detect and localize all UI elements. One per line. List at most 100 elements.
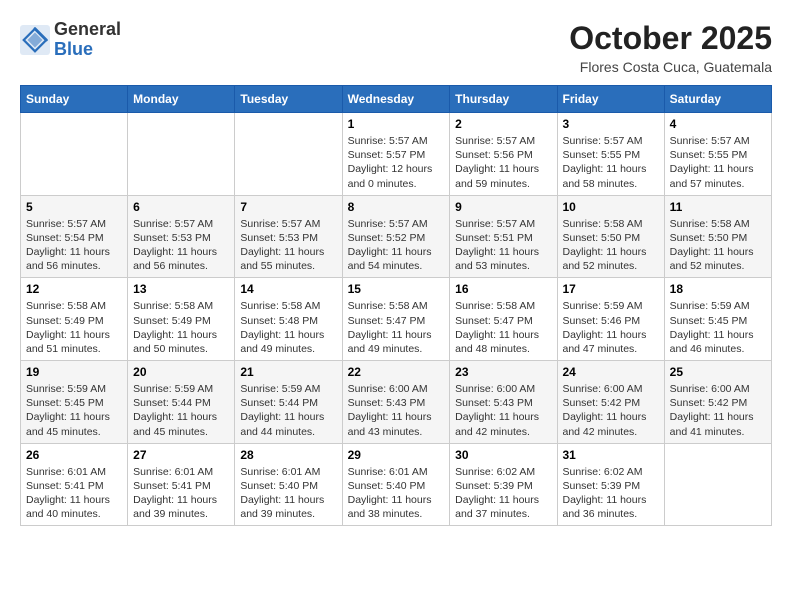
day-number: 3 — [563, 117, 659, 131]
day-number: 16 — [455, 282, 551, 296]
calendar-cell: 24 Sunrise: 6:00 AM Sunset: 5:42 PM Dayli… — [557, 361, 664, 444]
day-info: Sunrise: 6:02 AM Sunset: 5:39 PM Dayligh… — [563, 465, 659, 522]
calendar-cell: 2 Sunrise: 5:57 AM Sunset: 5:56 PM Daylig… — [450, 113, 557, 196]
calendar-cell: 15 Sunrise: 5:58 AM Sunset: 5:47 PM Dayli… — [342, 278, 450, 361]
calendar-cell: 27 Sunrise: 6:01 AM Sunset: 5:41 PM Dayli… — [128, 443, 235, 526]
day-number: 10 — [563, 200, 659, 214]
day-number: 27 — [133, 448, 229, 462]
calendar-cell: 8 Sunrise: 5:57 AM Sunset: 5:52 PM Daylig… — [342, 195, 450, 278]
day-info: Sunrise: 5:59 AM Sunset: 5:45 PM Dayligh… — [670, 299, 766, 356]
day-info: Sunrise: 6:00 AM Sunset: 5:43 PM Dayligh… — [348, 382, 445, 439]
calendar-week-row: 1 Sunrise: 5:57 AM Sunset: 5:57 PM Daylig… — [21, 113, 772, 196]
day-number: 5 — [26, 200, 122, 214]
day-number: 24 — [563, 365, 659, 379]
day-number: 4 — [670, 117, 766, 131]
day-number: 15 — [348, 282, 445, 296]
day-number: 26 — [26, 448, 122, 462]
day-info: Sunrise: 5:57 AM Sunset: 5:55 PM Dayligh… — [563, 134, 659, 191]
weekday-header-friday: Friday — [557, 86, 664, 113]
calendar-cell: 20 Sunrise: 5:59 AM Sunset: 5:44 PM Dayli… — [128, 361, 235, 444]
day-info: Sunrise: 5:58 AM Sunset: 5:48 PM Dayligh… — [240, 299, 336, 356]
day-number: 20 — [133, 365, 229, 379]
day-number: 22 — [348, 365, 445, 379]
day-info: Sunrise: 6:01 AM Sunset: 5:41 PM Dayligh… — [26, 465, 122, 522]
day-number: 17 — [563, 282, 659, 296]
calendar-cell: 28 Sunrise: 6:01 AM Sunset: 5:40 PM Dayli… — [235, 443, 342, 526]
calendar-cell: 14 Sunrise: 5:58 AM Sunset: 5:48 PM Dayli… — [235, 278, 342, 361]
day-info: Sunrise: 6:01 AM Sunset: 5:41 PM Dayligh… — [133, 465, 229, 522]
day-info: Sunrise: 6:00 AM Sunset: 5:43 PM Dayligh… — [455, 382, 551, 439]
calendar-cell — [128, 113, 235, 196]
day-number: 28 — [240, 448, 336, 462]
day-number: 2 — [455, 117, 551, 131]
calendar-week-row: 5 Sunrise: 5:57 AM Sunset: 5:54 PM Daylig… — [21, 195, 772, 278]
calendar-week-row: 12 Sunrise: 5:58 AM Sunset: 5:49 PM Dayli… — [21, 278, 772, 361]
day-number: 6 — [133, 200, 229, 214]
day-number: 14 — [240, 282, 336, 296]
calendar-table: SundayMondayTuesdayWednesdayThursdayFrid… — [20, 85, 772, 526]
day-info: Sunrise: 5:57 AM Sunset: 5:53 PM Dayligh… — [133, 217, 229, 274]
day-info: Sunrise: 5:57 AM Sunset: 5:52 PM Dayligh… — [348, 217, 445, 274]
day-info: Sunrise: 5:59 AM Sunset: 5:44 PM Dayligh… — [133, 382, 229, 439]
calendar-cell: 23 Sunrise: 6:00 AM Sunset: 5:43 PM Dayli… — [450, 361, 557, 444]
calendar-cell: 10Sunrise: 5:58 AM Sunset: 5:50 PM Dayli… — [557, 195, 664, 278]
day-number: 12 — [26, 282, 122, 296]
day-info: Sunrise: 5:59 AM Sunset: 5:46 PM Dayligh… — [563, 299, 659, 356]
logo: General Blue — [20, 20, 121, 60]
calendar-cell: 30Sunrise: 6:02 AM Sunset: 5:39 PM Dayli… — [450, 443, 557, 526]
day-info: Sunrise: 5:57 AM Sunset: 5:53 PM Dayligh… — [240, 217, 336, 274]
day-info: Sunrise: 6:00 AM Sunset: 5:42 PM Dayligh… — [670, 382, 766, 439]
day-number: 18 — [670, 282, 766, 296]
calendar-week-row: 26 Sunrise: 6:01 AM Sunset: 5:41 PM Dayli… — [21, 443, 772, 526]
calendar-cell: 22 Sunrise: 6:00 AM Sunset: 5:43 PM Dayli… — [342, 361, 450, 444]
day-info: Sunrise: 6:01 AM Sunset: 5:40 PM Dayligh… — [240, 465, 336, 522]
day-number: 21 — [240, 365, 336, 379]
day-number: 30 — [455, 448, 551, 462]
weekday-header-row: SundayMondayTuesdayWednesdayThursdayFrid… — [21, 86, 772, 113]
day-info: Sunrise: 5:57 AM Sunset: 5:57 PM Dayligh… — [348, 134, 445, 191]
calendar-cell: 29Sunrise: 6:01 AM Sunset: 5:40 PM Dayli… — [342, 443, 450, 526]
weekday-header-tuesday: Tuesday — [235, 86, 342, 113]
calendar-cell: 31 Sunrise: 6:02 AM Sunset: 5:39 PM Dayli… — [557, 443, 664, 526]
location: Flores Costa Cuca, Guatemala — [569, 59, 772, 75]
calendar-cell: 16Sunrise: 5:58 AM Sunset: 5:47 PM Dayli… — [450, 278, 557, 361]
day-info: Sunrise: 5:58 AM Sunset: 5:47 PM Dayligh… — [348, 299, 445, 356]
month-title: October 2025 — [569, 20, 772, 57]
calendar-cell: 26 Sunrise: 6:01 AM Sunset: 5:41 PM Dayli… — [21, 443, 128, 526]
calendar-cell: 5 Sunrise: 5:57 AM Sunset: 5:54 PM Daylig… — [21, 195, 128, 278]
day-number: 29 — [348, 448, 445, 462]
day-info: Sunrise: 5:57 AM Sunset: 5:56 PM Dayligh… — [455, 134, 551, 191]
day-number: 19 — [26, 365, 122, 379]
calendar-cell: 4Sunrise: 5:57 AM Sunset: 5:55 PM Daylig… — [664, 113, 771, 196]
day-number: 1 — [348, 117, 445, 131]
calendar-cell — [21, 113, 128, 196]
calendar-cell: 1 Sunrise: 5:57 AM Sunset: 5:57 PM Daylig… — [342, 113, 450, 196]
day-number: 31 — [563, 448, 659, 462]
day-info: Sunrise: 5:58 AM Sunset: 5:49 PM Dayligh… — [26, 299, 122, 356]
calendar-cell: 17 Sunrise: 5:59 AM Sunset: 5:46 PM Dayli… — [557, 278, 664, 361]
day-info: Sunrise: 5:59 AM Sunset: 5:45 PM Dayligh… — [26, 382, 122, 439]
calendar-cell: 6 Sunrise: 5:57 AM Sunset: 5:53 PM Daylig… — [128, 195, 235, 278]
calendar-week-row: 19 Sunrise: 5:59 AM Sunset: 5:45 PM Dayli… — [21, 361, 772, 444]
day-number: 7 — [240, 200, 336, 214]
day-number: 23 — [455, 365, 551, 379]
calendar-cell: 21Sunrise: 5:59 AM Sunset: 5:44 PM Dayli… — [235, 361, 342, 444]
calendar-cell: 25 Sunrise: 6:00 AM Sunset: 5:42 PM Dayli… — [664, 361, 771, 444]
calendar-cell: 12 Sunrise: 5:58 AM Sunset: 5:49 PM Dayli… — [21, 278, 128, 361]
day-info: Sunrise: 5:57 AM Sunset: 5:54 PM Dayligh… — [26, 217, 122, 274]
calendar-cell: 13Sunrise: 5:58 AM Sunset: 5:49 PM Dayli… — [128, 278, 235, 361]
day-number: 11 — [670, 200, 766, 214]
weekday-header-saturday: Saturday — [664, 86, 771, 113]
calendar-cell: 11Sunrise: 5:58 AM Sunset: 5:50 PM Dayli… — [664, 195, 771, 278]
day-number: 13 — [133, 282, 229, 296]
calendar-cell — [235, 113, 342, 196]
page-header: General Blue October 2025 Flores Costa C… — [20, 20, 772, 75]
calendar-cell: 3 Sunrise: 5:57 AM Sunset: 5:55 PM Daylig… — [557, 113, 664, 196]
weekday-header-thursday: Thursday — [450, 86, 557, 113]
day-number: 25 — [670, 365, 766, 379]
day-info: Sunrise: 6:00 AM Sunset: 5:42 PM Dayligh… — [563, 382, 659, 439]
calendar-cell: 19 Sunrise: 5:59 AM Sunset: 5:45 PM Dayli… — [21, 361, 128, 444]
day-info: Sunrise: 5:57 AM Sunset: 5:51 PM Dayligh… — [455, 217, 551, 274]
calendar-cell — [664, 443, 771, 526]
day-number: 8 — [348, 200, 445, 214]
